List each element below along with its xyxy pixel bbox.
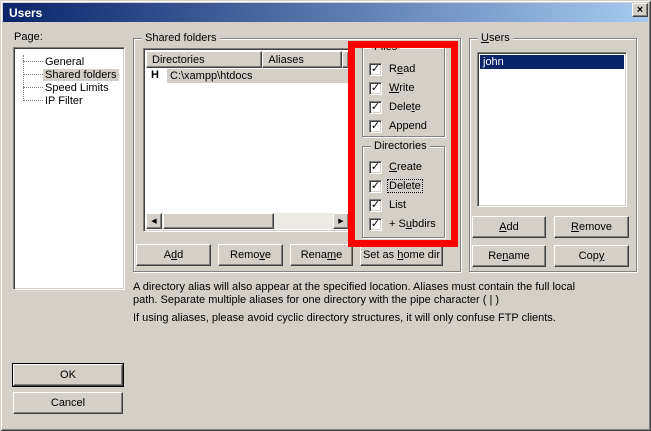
window-title: Users bbox=[3, 6, 42, 20]
users-list: john bbox=[477, 52, 627, 207]
checkbox-label: + Subdirs bbox=[388, 218, 437, 230]
checkbox-checked-icon: ✓ bbox=[369, 63, 382, 76]
button-label: Remove bbox=[230, 249, 271, 261]
button-label: Copy bbox=[579, 250, 605, 262]
rename-directory-button[interactable]: Rename bbox=[290, 244, 353, 266]
users-group-label: Users bbox=[478, 32, 513, 44]
directories-group: Directories ✓ Create ✓ Delete ✓ List ✓ +… bbox=[362, 146, 445, 238]
tree-item-label: General bbox=[43, 56, 86, 68]
button-label: Remove bbox=[571, 221, 612, 233]
ok-button[interactable]: OK bbox=[13, 364, 123, 386]
page-label: Page: bbox=[14, 31, 43, 43]
files-group-label: Files bbox=[371, 41, 400, 53]
list-header: Directories Aliases bbox=[146, 51, 349, 68]
checkbox-delete-file[interactable]: ✓ Delete bbox=[369, 100, 422, 114]
horizontal-scrollbar[interactable]: ◀ ▶ bbox=[146, 213, 349, 229]
column-header-label: Aliases bbox=[268, 54, 303, 66]
home-marker: H bbox=[151, 69, 159, 81]
scroll-right-icon: ▶ bbox=[338, 217, 343, 225]
remove-user-button[interactable]: Remove bbox=[554, 216, 629, 238]
button-label: Rename bbox=[301, 249, 343, 261]
close-button[interactable]: × bbox=[632, 3, 648, 17]
scrollbar-thumb[interactable] bbox=[163, 213, 274, 229]
sidebar-item-ip-filter[interactable]: IP Filter bbox=[14, 94, 85, 107]
sidebar-item-general[interactable]: General bbox=[14, 55, 86, 68]
remove-directory-button[interactable]: Remove bbox=[218, 244, 283, 266]
checkbox-label: List bbox=[388, 199, 407, 211]
tree-connector bbox=[23, 74, 43, 75]
checkbox-label: Append bbox=[388, 120, 428, 132]
directories-group-label: Directories bbox=[371, 140, 430, 152]
page-tree: General Shared folders Speed Limits IP F… bbox=[13, 47, 125, 290]
tree-item-label: IP Filter bbox=[43, 95, 85, 107]
checkbox-checked-icon: ✓ bbox=[369, 199, 382, 212]
button-label: Rename bbox=[488, 250, 530, 262]
tree-connector bbox=[23, 61, 43, 62]
column-header-filler bbox=[342, 51, 349, 68]
title-bar: Users bbox=[3, 3, 648, 22]
button-label: Set as home dir bbox=[363, 249, 440, 261]
users-dialog: Users × Page: General Shared folders Spe… bbox=[0, 0, 651, 431]
checkbox-label: Delete bbox=[388, 101, 422, 113]
checkbox-delete-dir[interactable]: ✓ Delete bbox=[369, 179, 422, 193]
alias-note-line2: path. Separate multiple aliases for one … bbox=[133, 294, 499, 306]
checkbox-label: Create bbox=[388, 161, 423, 173]
tree-item-label: Shared folders bbox=[43, 69, 119, 81]
sidebar-item-speed-limits[interactable]: Speed Limits bbox=[14, 81, 111, 94]
cancel-button[interactable]: Cancel bbox=[13, 392, 123, 414]
checkbox-label: Read bbox=[388, 63, 416, 75]
checkbox-list[interactable]: ✓ List bbox=[369, 198, 407, 212]
checkbox-checked-icon: ✓ bbox=[369, 180, 382, 193]
files-group: Files ✓ Read ✓ Write ✓ Delete ✓ Append bbox=[362, 47, 445, 137]
rename-user-button[interactable]: Rename bbox=[472, 245, 546, 267]
sidebar-item-shared-folders[interactable]: Shared folders bbox=[14, 68, 119, 81]
add-directory-button[interactable]: Add bbox=[136, 244, 211, 266]
checkbox-subdirs[interactable]: ✓ + Subdirs bbox=[369, 217, 437, 231]
user-item-john[interactable]: john bbox=[480, 55, 624, 69]
checkbox-read[interactable]: ✓ Read bbox=[369, 62, 416, 76]
button-label: Add bbox=[499, 221, 519, 233]
scrollbar-track[interactable] bbox=[274, 213, 333, 229]
checkbox-checked-icon: ✓ bbox=[369, 82, 382, 95]
shared-folders-list: Directories Aliases H C:\xampp\htdocs ◀ … bbox=[143, 48, 352, 232]
checkbox-label: Write bbox=[388, 82, 415, 94]
checkbox-checked-icon: ✓ bbox=[369, 101, 382, 114]
checkbox-checked-icon: ✓ bbox=[369, 218, 382, 231]
scroll-left-icon: ◀ bbox=[151, 217, 156, 225]
checkbox-checked-icon: ✓ bbox=[369, 120, 382, 133]
directory-path: C:\xampp\htdocs bbox=[170, 70, 253, 82]
button-label: Add bbox=[164, 249, 184, 261]
column-header-aliases[interactable]: Aliases bbox=[262, 51, 342, 68]
alias-note-line3: If using aliases, please avoid cyclic di… bbox=[133, 312, 556, 324]
checkbox-label: Delete bbox=[388, 180, 422, 192]
directory-row[interactable]: H C:\xampp\htdocs bbox=[146, 69, 349, 83]
add-user-button[interactable]: Add bbox=[472, 216, 546, 238]
close-icon: × bbox=[637, 5, 643, 15]
checkbox-append[interactable]: ✓ Append bbox=[369, 119, 428, 133]
shared-folders-group-label: Shared folders bbox=[142, 32, 220, 44]
tree-connector bbox=[23, 87, 43, 88]
tree-connector bbox=[23, 100, 43, 101]
checkbox-checked-icon: ✓ bbox=[369, 161, 382, 174]
column-header-directories[interactable]: Directories bbox=[146, 51, 262, 68]
scroll-left-button[interactable]: ◀ bbox=[146, 213, 162, 229]
column-header-label: Directories bbox=[152, 54, 205, 66]
checkbox-write[interactable]: ✓ Write bbox=[369, 81, 415, 95]
tree-item-label: Speed Limits bbox=[43, 82, 111, 94]
scroll-right-button[interactable]: ▶ bbox=[333, 213, 349, 229]
checkbox-create[interactable]: ✓ Create bbox=[369, 160, 423, 174]
set-as-home-dir-button[interactable]: Set as home dir bbox=[360, 244, 443, 266]
alias-note-line1: A directory alias will also appear at th… bbox=[133, 281, 575, 293]
copy-user-button[interactable]: Copy bbox=[554, 245, 629, 267]
